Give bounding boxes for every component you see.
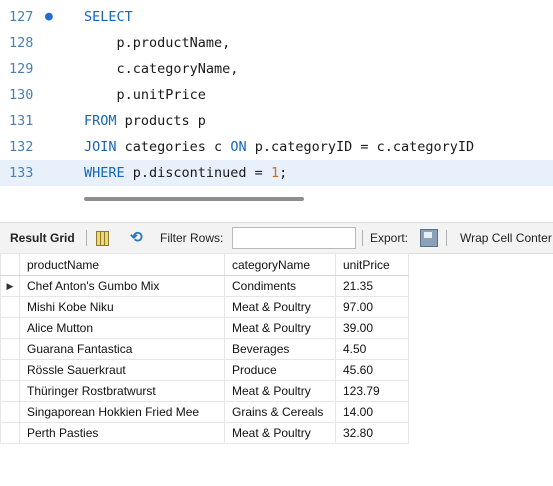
sql-editor[interactable]: 127 ● SELECT 128 p.productName, 129 c.ca… (0, 0, 553, 188)
cell-categoryname[interactable]: Meat & Poultry (224, 380, 336, 402)
statement-marker-icon: ● (45, 9, 53, 24)
row-marker (0, 380, 20, 402)
table-row[interactable]: Perth Pasties Meat & Poultry 32.80 (0, 422, 409, 444)
cell-unitprice[interactable]: 4.50 (335, 338, 409, 360)
code-text: WHERE p.discontinued = 1; (84, 160, 287, 186)
row-marker (0, 422, 20, 444)
row-marker-header (0, 253, 20, 276)
cell-productname[interactable]: Alice Mutton (19, 317, 225, 339)
cell-categoryname[interactable]: Condiments (224, 275, 336, 297)
column-header-productname[interactable]: productName (19, 253, 225, 276)
toolbar-divider (362, 230, 363, 246)
column-header-unitprice[interactable]: unitPrice (335, 253, 409, 276)
result-toolbar: Result Grid ⟲ Filter Rows: Export: Wrap … (0, 222, 553, 254)
sql-keyword: JOIN (84, 139, 117, 155)
toolbar-divider (446, 230, 447, 246)
table-row[interactable]: Rössle Sauerkraut Produce 45.60 (0, 359, 409, 381)
cell-productname[interactable]: Singaporean Hokkien Fried Mee (19, 401, 225, 423)
toolbar-divider (86, 230, 87, 246)
sql-text: p.discontinued = (124, 165, 271, 181)
sql-text: ; (279, 165, 288, 181)
line-number: 132 (9, 139, 34, 155)
row-marker (0, 296, 20, 318)
cell-unitprice[interactable]: 21.35 (335, 275, 409, 297)
cell-unitprice[interactable]: 45.60 (335, 359, 409, 381)
editor-horizontal-scrollbar[interactable] (84, 197, 304, 201)
line-number: 131 (9, 113, 34, 129)
row-marker (0, 359, 20, 381)
row-marker (0, 317, 20, 339)
table-row[interactable]: Thüringer Rostbratwurst Meat & Poultry 1… (0, 380, 409, 402)
grid-layout-icon[interactable] (96, 231, 109, 246)
sql-number: 1 (270, 165, 280, 181)
code-line[interactable]: 128 p.productName, (0, 30, 553, 56)
line-number: 133 (9, 165, 34, 181)
cell-unitprice[interactable]: 97.00 (335, 296, 409, 318)
code-line[interactable]: 132 JOIN categories c ON p.categoryID = … (0, 134, 553, 160)
cell-productname[interactable]: Guarana Fantastica (19, 338, 225, 360)
filter-rows-label: Filter Rows: (160, 231, 224, 245)
code-line-current[interactable]: 133 WHERE p.discontinued = 1; (0, 160, 553, 186)
table-row[interactable]: Mishi Kobe Niku Meat & Poultry 97.00 (0, 296, 409, 318)
cell-categoryname[interactable]: Produce (224, 359, 336, 381)
export-icon[interactable] (420, 229, 438, 247)
cell-unitprice[interactable]: 123.79 (335, 380, 409, 402)
cell-categoryname[interactable]: Grains & Cereals (224, 401, 336, 423)
current-row-arrow-icon: ▶ (0, 275, 20, 297)
code-line[interactable]: 130 p.unitPrice (0, 82, 553, 108)
code-text: p.unitPrice (84, 87, 206, 103)
filter-rows-input[interactable] (232, 227, 356, 249)
sql-keyword: ON (230, 139, 247, 155)
cell-productname[interactable]: Mishi Kobe Niku (19, 296, 225, 318)
line-number: 129 (9, 61, 34, 77)
code-line[interactable]: 129 c.categoryName, (0, 56, 553, 82)
sql-keyword: WHERE (84, 165, 125, 181)
code-text: JOIN categories c ON p.categoryID = c.ca… (84, 134, 474, 160)
sql-text: products p (116, 113, 206, 129)
table-row[interactable]: Guarana Fantastica Beverages 4.50 (0, 338, 409, 360)
cell-unitprice[interactable]: 32.80 (335, 422, 409, 444)
cell-productname[interactable]: Thüringer Rostbratwurst (19, 380, 225, 402)
row-marker (0, 338, 20, 360)
header-row: productName categoryName unitPrice (0, 253, 409, 276)
sql-text: p.categoryID = c.categoryID (246, 139, 475, 155)
table-row[interactable]: Alice Mutton Meat & Poultry 39.00 (0, 317, 409, 339)
code-text: SELECT (84, 9, 133, 25)
refresh-icon[interactable]: ⟲ (130, 223, 143, 253)
cell-categoryname[interactable]: Beverages (224, 338, 336, 360)
cell-productname[interactable]: Rössle Sauerkraut (19, 359, 225, 381)
row-marker (0, 401, 20, 423)
code-text: c.categoryName, (84, 61, 239, 77)
line-number: 130 (9, 87, 34, 103)
code-line[interactable]: 127 ● SELECT (0, 4, 553, 30)
code-text: p.productName, (84, 35, 231, 51)
sql-text: categories c (116, 139, 231, 155)
sql-keyword: FROM (84, 113, 117, 129)
table-row[interactable]: ▶ Chef Anton's Gumbo Mix Condiments 21.3… (0, 275, 409, 297)
cell-categoryname[interactable]: Meat & Poultry (224, 296, 336, 318)
cell-productname[interactable]: Perth Pasties (19, 422, 225, 444)
wrap-cell-content-label[interactable]: Wrap Cell Conter (460, 223, 552, 253)
code-text: FROM products p (84, 108, 206, 134)
line-number: 128 (9, 35, 34, 51)
result-grid: productName categoryName unitPrice ▶ Che… (0, 253, 409, 444)
line-number: 127 (9, 9, 34, 25)
export-label: Export: (370, 231, 409, 245)
code-line[interactable]: 131 FROM products p (0, 108, 553, 134)
table-row[interactable]: Singaporean Hokkien Fried Mee Grains & C… (0, 401, 409, 423)
column-header-categoryname[interactable]: categoryName (224, 253, 336, 276)
cell-categoryname[interactable]: Meat & Poultry (224, 422, 336, 444)
cell-unitprice[interactable]: 14.00 (335, 401, 409, 423)
result-grid-tab[interactable]: Result Grid (10, 223, 75, 253)
cell-unitprice[interactable]: 39.00 (335, 317, 409, 339)
cell-categoryname[interactable]: Meat & Poultry (224, 317, 336, 339)
cell-productname[interactable]: Chef Anton's Gumbo Mix (19, 275, 225, 297)
